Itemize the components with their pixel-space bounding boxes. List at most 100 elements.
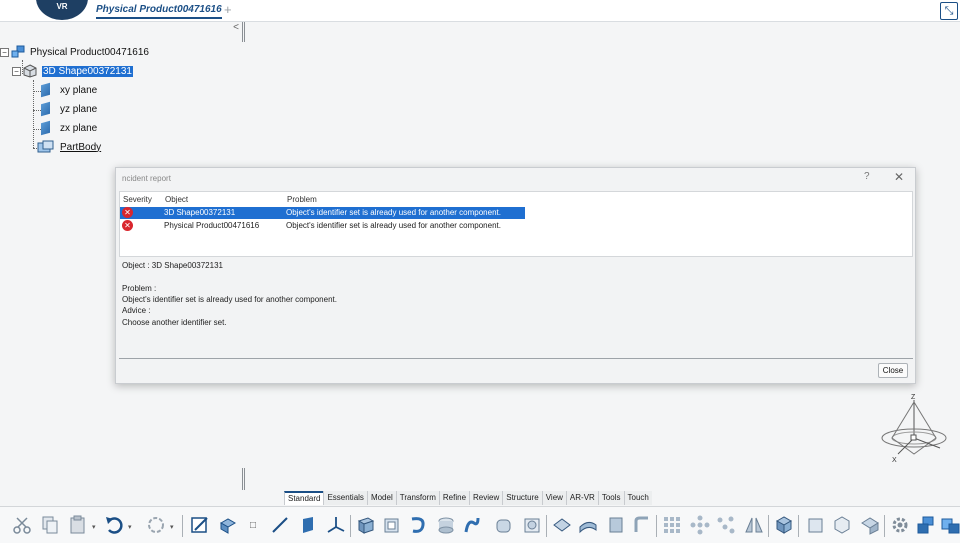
close-icon[interactable]: ✕ <box>894 170 904 184</box>
tree-label-plane: xy plane <box>60 84 98 96</box>
positioned-sketch-icon[interactable] <box>218 515 238 535</box>
chevron-down-icon[interactable]: ▾ <box>170 523 174 531</box>
column-header[interactable]: Object <box>165 195 188 204</box>
add-tab-button[interactable]: + <box>224 2 232 17</box>
tree-node-plane[interactable]: yz plane <box>41 101 97 117</box>
collapse-icon[interactable]: − <box>0 47 9 57</box>
error-icon: ✕ <box>122 220 133 231</box>
toolbar-separator <box>350 515 351 537</box>
tree-label-body: PartBody <box>60 141 102 153</box>
error-icon: ✕ <box>122 207 133 218</box>
tree-connector <box>33 129 41 130</box>
tree-node-body[interactable]: PartBody <box>37 139 101 155</box>
tree-node-plane[interactable]: xy plane <box>41 82 97 98</box>
shape-icon <box>23 64 37 78</box>
tab-refine[interactable]: Refine <box>438 491 470 505</box>
tree-node-shape[interactable]: − 3D Shape00372131 <box>12 63 133 79</box>
expand-icon[interactable]: ⤡ <box>940 2 958 20</box>
extrude-surface-icon[interactable] <box>578 515 598 535</box>
tree-connector <box>33 91 41 92</box>
cut-icon[interactable] <box>12 515 32 535</box>
incident-report-dialog: ncident report ? ✕ Severity Object Probl… <box>115 167 916 384</box>
tab-ar-vr[interactable]: AR-VR <box>565 491 598 505</box>
tree-label-root: Physical Product00471616 <box>30 46 149 58</box>
tab-transform[interactable]: Transform <box>395 491 439 505</box>
plane-tool-icon[interactable] <box>298 515 318 535</box>
user-pattern-icon[interactable] <box>716 515 736 535</box>
tab-model[interactable]: Model <box>366 491 396 505</box>
tab-touch[interactable]: Touch <box>623 491 652 505</box>
panel-splitter-bottom[interactable] <box>242 468 245 490</box>
mirror-icon[interactable] <box>744 515 764 535</box>
rib-icon[interactable] <box>462 515 482 535</box>
column-header[interactable]: Problem <box>287 195 317 204</box>
collapse-icon[interactable]: − <box>12 66 21 76</box>
fillet-icon[interactable] <box>494 515 514 535</box>
update-icon[interactable] <box>146 515 166 535</box>
sweep-icon[interactable] <box>632 515 652 535</box>
table-row[interactable]: ✕ Physical Product00471616 Object's iden… <box>120 220 525 232</box>
intersect-body-icon[interactable] <box>860 515 880 535</box>
undo-icon[interactable] <box>104 515 124 535</box>
close-button[interactable]: Close <box>878 363 908 378</box>
collapse-tree-button[interactable]: < <box>230 22 242 34</box>
toolbar-separator <box>546 515 547 537</box>
tab-tools[interactable]: Tools <box>597 491 624 505</box>
detail-advice: Choose another identifier set. <box>122 318 227 327</box>
table-header: Severity Object Problem <box>120 193 912 205</box>
toolbar-separator <box>656 515 657 537</box>
product-icon <box>11 45 25 58</box>
add-body-icon[interactable] <box>806 515 826 535</box>
product-tool-icon[interactable] <box>916 515 936 535</box>
gear-icon[interactable] <box>890 515 910 535</box>
document-tab[interactable]: Physical Product00471616 <box>96 4 222 19</box>
tab-review[interactable]: Review <box>469 491 503 505</box>
panel-splitter[interactable] <box>242 22 245 42</box>
tree-label-shape: 3D Shape00372131 <box>42 65 133 77</box>
tab-structure[interactable]: Structure <box>502 491 542 505</box>
chevron-down-icon[interactable]: ▾ <box>92 523 96 531</box>
sketch-icon[interactable] <box>190 515 210 535</box>
row-problem: Object's identifier set is already used … <box>286 208 501 217</box>
surface-icon[interactable] <box>552 515 572 535</box>
app-logo[interactable]: VR <box>36 0 88 20</box>
compass-icon[interactable]: Z X <box>878 392 960 464</box>
dialog-title: ncident report <box>122 174 171 183</box>
pattern-icon[interactable] <box>662 515 682 535</box>
toolbar-separator <box>768 515 769 537</box>
tree-node-root[interactable]: − Physical Product00471616 <box>0 44 149 60</box>
shaft-icon[interactable] <box>408 515 428 535</box>
paste-icon[interactable] <box>68 515 88 535</box>
pad-icon[interactable] <box>356 515 376 535</box>
pocket-icon[interactable] <box>382 515 402 535</box>
point-icon[interactable]: □ <box>250 520 256 531</box>
axis-system-icon[interactable] <box>326 515 346 535</box>
table-row[interactable]: ✕ 3D Shape00372131 Object's identifier s… <box>120 207 525 219</box>
partbody-icon <box>37 140 54 153</box>
column-header[interactable]: Severity <box>123 195 152 204</box>
boolean-icon[interactable] <box>774 515 794 535</box>
z-axis-label: Z <box>911 394 916 401</box>
chamfer-icon[interactable] <box>522 515 542 535</box>
line-icon[interactable] <box>270 515 290 535</box>
circular-pattern-icon[interactable] <box>690 515 710 535</box>
tree-node-plane[interactable]: zx plane <box>41 120 97 136</box>
detail-problem-label: Problem : <box>122 284 157 293</box>
help-icon[interactable]: ? <box>864 171 870 182</box>
remove-body-icon[interactable] <box>832 515 852 535</box>
tab-standard[interactable]: Standard <box>284 491 324 505</box>
copy-icon[interactable] <box>40 515 60 535</box>
toolbar-separator <box>182 515 183 537</box>
tree-label-plane: yz plane <box>60 103 98 115</box>
detail-object: Object : 3D Shape00372131 <box>122 261 223 270</box>
detail-problem: Object's identifier set is already used … <box>122 295 337 304</box>
action-bar-tabs: Standard Essentials Model Transform Refi… <box>284 491 652 505</box>
tab-view[interactable]: View <box>541 491 566 505</box>
assembly-icon[interactable] <box>940 515 960 535</box>
hole-icon[interactable] <box>436 515 456 535</box>
tab-essentials[interactable]: Essentials <box>323 491 367 505</box>
chevron-down-icon[interactable]: ▾ <box>128 523 132 531</box>
x-axis-label: X <box>892 457 897 464</box>
thickness-icon[interactable] <box>606 515 626 535</box>
plane-icon <box>41 101 50 117</box>
